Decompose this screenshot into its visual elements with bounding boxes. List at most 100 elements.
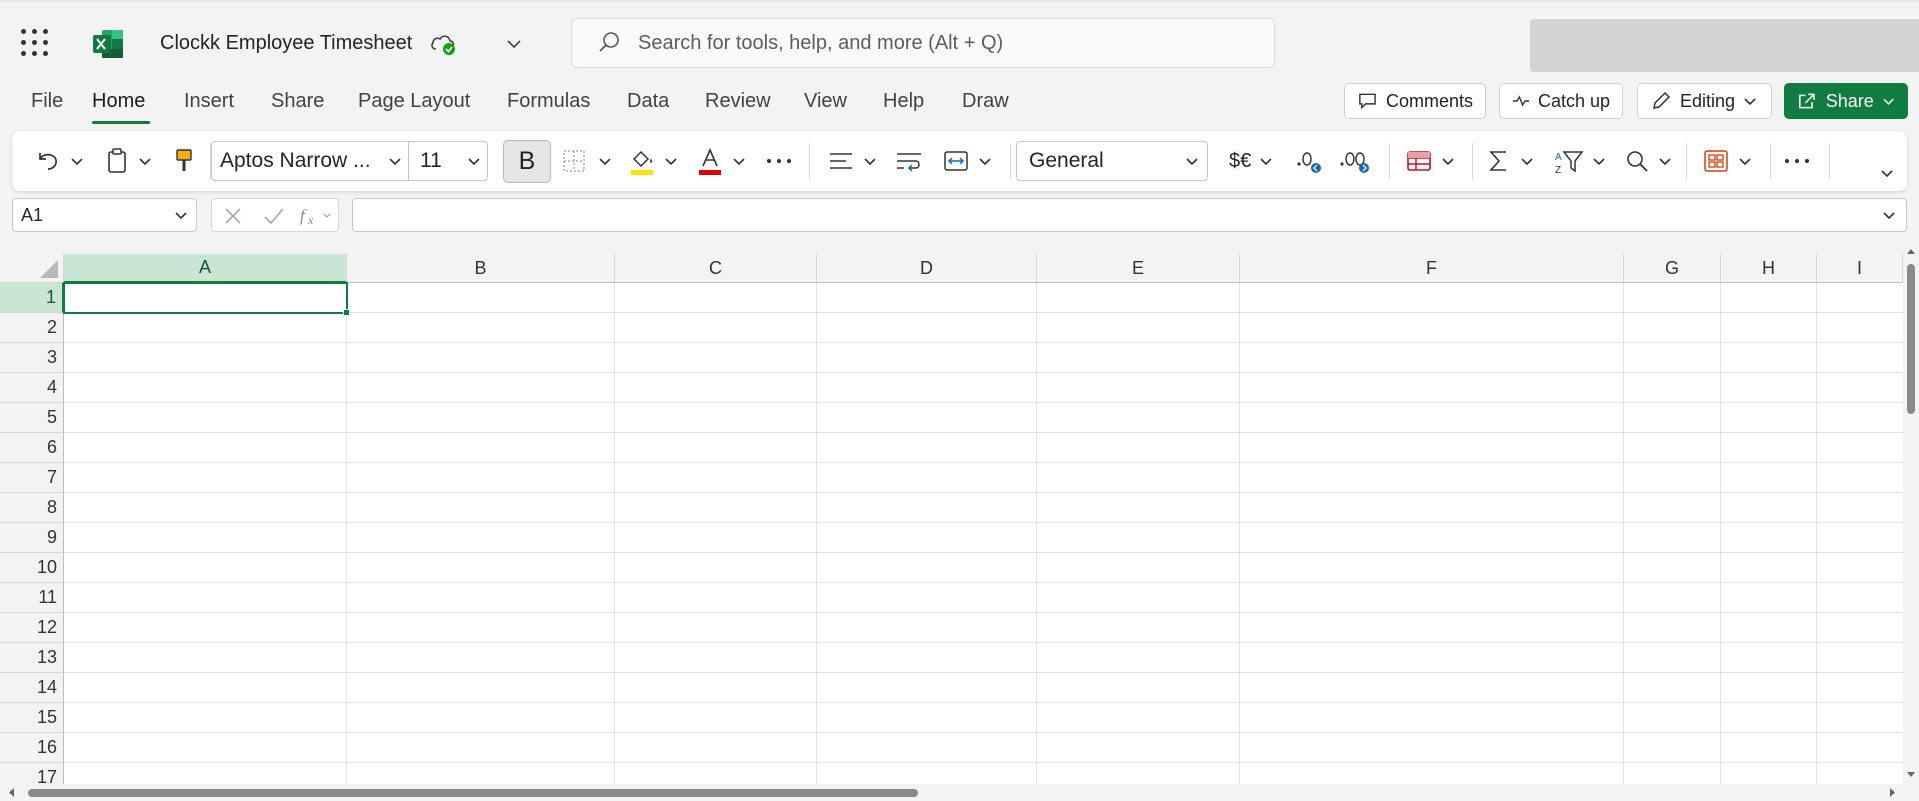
- tab-file[interactable]: File: [31, 90, 63, 113]
- horizontal-scrollbar[interactable]: [0, 784, 1919, 801]
- editing-mode-button[interactable]: Editing: [1637, 83, 1772, 119]
- font-size-dropdown[interactable]: 11: [408, 141, 488, 181]
- formula-actions: fx: [211, 198, 339, 232]
- sort-filter-button[interactable]: AZ: [1554, 141, 1606, 181]
- column-header-e[interactable]: E: [1037, 254, 1240, 283]
- scroll-down-icon[interactable]: [1903, 768, 1919, 782]
- row-header-6[interactable]: 6: [0, 433, 64, 463]
- horizontal-scroll-thumb[interactable]: [28, 789, 918, 797]
- tab-home[interactable]: Home: [92, 90, 145, 113]
- paste-button[interactable]: [104, 141, 152, 181]
- vertical-scrollbar[interactable]: [1903, 240, 1919, 784]
- row-header-10[interactable]: 10: [0, 553, 64, 583]
- document-title[interactable]: Clockk Employee Timesheet: [160, 32, 412, 55]
- row-header-5[interactable]: 5: [0, 403, 64, 433]
- scroll-right-icon[interactable]: [1886, 784, 1900, 801]
- catch-up-button[interactable]: Catch up: [1499, 83, 1623, 119]
- more-options-button[interactable]: [1782, 141, 1812, 181]
- fill-handle[interactable]: [343, 309, 350, 316]
- select-all-corner[interactable]: [0, 254, 64, 283]
- grid-row-line: [64, 372, 1903, 373]
- column-header-g[interactable]: G: [1624, 254, 1721, 283]
- title-dropdown-chevron-icon[interactable]: [505, 35, 523, 53]
- comments-button[interactable]: Comments: [1344, 83, 1486, 119]
- vertical-scroll-thumb[interactable]: [1907, 264, 1915, 414]
- row-header-14[interactable]: 14: [0, 673, 64, 703]
- undo-button[interactable]: [34, 141, 84, 181]
- row-header-3[interactable]: 3: [0, 343, 64, 373]
- tab-review[interactable]: Review: [705, 90, 771, 113]
- column-header-i[interactable]: I: [1817, 254, 1903, 283]
- currency-format-button[interactable]: $€: [1229, 141, 1273, 181]
- share-button[interactable]: Share: [1784, 83, 1908, 119]
- column-header-b[interactable]: B: [347, 254, 615, 283]
- chevron-down-icon: [599, 158, 611, 166]
- spreadsheet-grid[interactable]: ABCDEFGHI 1 2 3 4 5 6 7 8 9 10 11 12 13 14 15 16 17: [0, 254, 1903, 784]
- scroll-up-icon[interactable]: [1903, 244, 1919, 258]
- row-header-1[interactable]: 1: [0, 283, 64, 313]
- tab-insert[interactable]: Insert: [184, 90, 234, 113]
- row-header-17[interactable]: 17: [0, 763, 64, 784]
- alignment-button[interactable]: [827, 141, 877, 181]
- decrease-decimal-button[interactable]: [1339, 141, 1371, 181]
- row-header-2[interactable]: 2: [0, 313, 64, 343]
- insert-function-icon[interactable]: fx: [300, 205, 334, 227]
- search-input[interactable]: [638, 31, 1238, 55]
- tab-view[interactable]: View: [804, 90, 847, 113]
- row-header-4[interactable]: 4: [0, 373, 64, 403]
- format-painter-button[interactable]: [172, 141, 196, 181]
- font-color-button[interactable]: [696, 141, 746, 181]
- tab-draw[interactable]: Draw: [962, 90, 1009, 113]
- tab-data[interactable]: Data: [627, 90, 669, 113]
- tab-page-layout[interactable]: Page Layout: [358, 90, 470, 113]
- fill-color-icon: [631, 150, 653, 175]
- fill-color-button[interactable]: [628, 141, 678, 181]
- column-header-a[interactable]: A: [64, 254, 347, 283]
- column-header-f[interactable]: F: [1240, 254, 1624, 283]
- bold-button[interactable]: B: [503, 140, 551, 183]
- tab-formulas[interactable]: Formulas: [507, 90, 590, 113]
- cancel-entry-icon[interactable]: [222, 205, 244, 227]
- column-header-c[interactable]: C: [615, 254, 817, 283]
- tab-help[interactable]: Help: [883, 90, 924, 113]
- row-header-16[interactable]: 16: [0, 733, 64, 763]
- search-box[interactable]: [571, 18, 1275, 68]
- scroll-left-icon[interactable]: [4, 784, 18, 801]
- row-header-7[interactable]: 7: [0, 463, 64, 493]
- align-icon: [830, 153, 852, 169]
- number-format-dropdown[interactable]: General: [1016, 141, 1208, 181]
- row-header-15[interactable]: 15: [0, 703, 64, 733]
- row-header-11[interactable]: 11: [0, 583, 64, 613]
- chevron-down-icon[interactable]: [1882, 208, 1896, 222]
- cell-styles-button[interactable]: [1702, 141, 1752, 181]
- account-area[interactable]: [1530, 19, 1919, 72]
- insert-table-button[interactable]: [1405, 141, 1455, 181]
- row-header-8[interactable]: 8: [0, 493, 64, 523]
- app-launcher-icon[interactable]: [21, 29, 49, 57]
- font-name-dropdown[interactable]: Aptos Narrow ...: [211, 141, 409, 181]
- autosum-button[interactable]: [1486, 141, 1534, 181]
- column-header-d[interactable]: D: [817, 254, 1037, 283]
- merge-center-button[interactable]: [942, 141, 992, 181]
- find-select-button[interactable]: [1624, 141, 1672, 181]
- active-cell-a1[interactable]: [63, 282, 348, 314]
- grid-column-line: [1720, 283, 1721, 784]
- wrap-text-button[interactable]: [894, 141, 924, 181]
- row-header-13[interactable]: 13: [0, 643, 64, 673]
- borders-button[interactable]: [560, 141, 612, 181]
- row-header-9[interactable]: 9: [0, 523, 64, 553]
- chevron-down-icon: [665, 158, 677, 166]
- row-header-12[interactable]: 12: [0, 613, 64, 643]
- confirm-entry-icon[interactable]: [262, 205, 286, 227]
- column-header-h[interactable]: H: [1721, 254, 1817, 283]
- ribbon-expand-button[interactable]: [1880, 153, 1894, 193]
- name-box[interactable]: A1: [12, 198, 197, 232]
- increase-decimal-button[interactable]: [1295, 141, 1325, 181]
- tab-share[interactable]: Share: [271, 90, 324, 113]
- formula-input[interactable]: [352, 198, 1907, 232]
- grid-row-line: [64, 732, 1903, 733]
- comments-label: Comments: [1385, 90, 1473, 111]
- more-font-options-button[interactable]: [764, 141, 794, 181]
- svg-text:f: f: [300, 206, 307, 225]
- cloud-saved-icon[interactable]: [430, 32, 458, 56]
